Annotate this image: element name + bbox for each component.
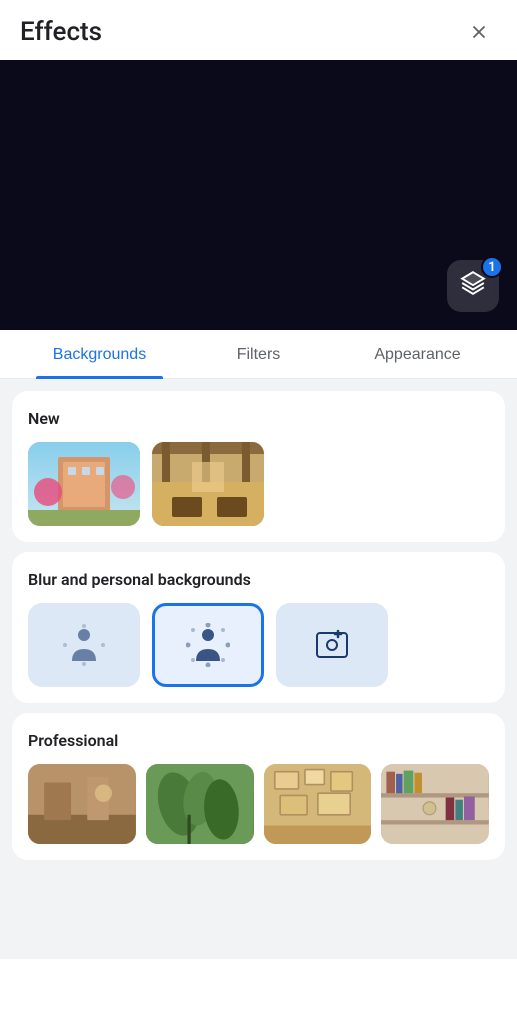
tab-backgrounds[interactable]: Backgrounds [20,330,179,378]
section-new-title: New [28,409,489,428]
section-new: New [12,391,505,542]
blur-options-row [28,603,489,687]
section-blur-title: Blur and personal backgrounds [28,570,489,589]
blur-strong-option[interactable] [152,603,264,687]
professional-background-1[interactable] [28,764,136,844]
professional-background-3[interactable] [264,764,372,844]
professional-backgrounds-row [28,764,489,844]
tab-filters[interactable]: Filters [179,330,338,378]
new-background-1[interactable] [28,442,140,526]
layers-icon [460,270,486,302]
new-background-2[interactable] [152,442,264,526]
layers-badge-button[interactable]: 1 [447,260,499,312]
new-backgrounds-row [28,442,489,526]
add-photo-button[interactable] [276,603,388,687]
blur-strong-icon [186,623,230,667]
professional-background-4[interactable] [381,764,489,844]
section-professional-title: Professional [28,731,489,750]
professional-background-2[interactable] [146,764,254,844]
close-icon [468,21,490,43]
content-area: New [0,379,517,959]
add-photo-icon [314,627,350,663]
blur-light-icon [62,623,106,667]
section-professional: Professional [12,713,505,860]
close-button[interactable] [461,14,497,50]
video-preview: 1 [0,60,517,330]
header: Effects [0,0,517,60]
page-title: Effects [20,17,102,47]
blur-light-option[interactable] [28,603,140,687]
tab-appearance[interactable]: Appearance [338,330,497,378]
section-blur: Blur and personal backgrounds [12,552,505,703]
tabs-bar: Backgrounds Filters Appearance [0,330,517,379]
badge-count: 1 [481,256,503,278]
